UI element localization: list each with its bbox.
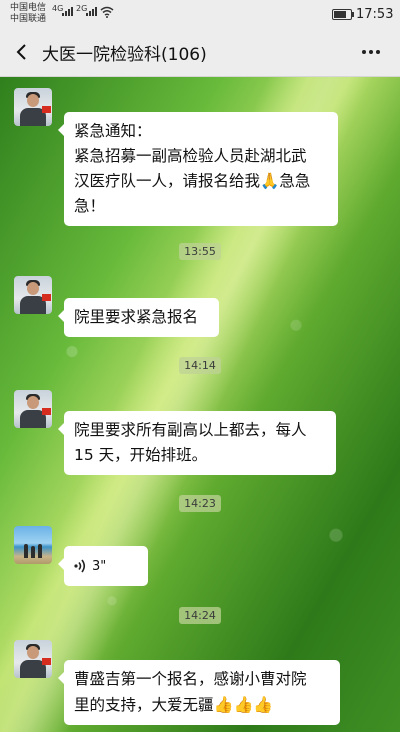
voice-icon <box>74 559 86 572</box>
message-text: 院里要求所有副高以上都去，每人 <box>74 421 307 439</box>
clock: 17:53 <box>356 7 394 22</box>
signal-1-icon <box>62 7 73 16</box>
carrier-labels: 中国电信 中国联通 <box>10 3 46 25</box>
avatar[interactable] <box>14 390 52 428</box>
battery-icon <box>332 9 354 20</box>
timestamp: 14:14 <box>0 354 400 374</box>
message-text: 紧急招募一副高检验人员赴湖北武 <box>74 147 307 165</box>
carrier-2: 中国联通 <box>10 14 47 24</box>
message-text: 15 天，开始排班。 <box>74 446 208 464</box>
message-bubble[interactable]: 院里要求所有副高以上都去，每人 15 天，开始排班。 <box>58 411 336 475</box>
wifi-icon <box>100 6 114 18</box>
chat-header: 大医一院检验科(106) <box>0 28 400 77</box>
avatar[interactable] <box>14 88 52 126</box>
signal-2-icon <box>86 7 97 16</box>
message-text: 紧急通知： <box>74 122 152 140</box>
message-bubble[interactable]: 曹盛吉第一个报名，感谢小曹对院 里的支持，大爱无疆👍👍👍 <box>58 660 340 725</box>
timestamp: 14:24 <box>0 604 400 624</box>
message-text: 院里要求紧急报名 <box>74 308 199 326</box>
more-dots-icon[interactable] <box>362 50 380 54</box>
avatar[interactable] <box>14 526 52 564</box>
message-text: 曹盛吉第一个报名，感谢小曹对院 <box>74 670 307 688</box>
message-text: 里的支持，大爱无疆👍👍👍 <box>74 692 330 718</box>
message-bubble[interactable]: 紧急通知： 紧急招募一副高检验人员赴湖北武 汉医疗队一人，请报名给我🙏急急 急！ <box>58 112 338 226</box>
avatar[interactable] <box>14 276 52 314</box>
message-bubble[interactable]: 院里要求紧急报名 <box>58 298 219 337</box>
thumbs-up-emoji-icon: 👍👍👍 <box>213 695 274 714</box>
voice-message-bubble[interactable]: 3" <box>58 546 148 586</box>
message-text: 汉医疗队一人，请报名给我🙏急急 <box>74 172 311 190</box>
timestamp: 13:55 <box>0 240 400 260</box>
carrier-1: 中国电信 <box>10 3 47 13</box>
back-arrow-icon[interactable] <box>10 40 34 64</box>
timestamp: 14:23 <box>0 492 400 512</box>
status-bar: 中国电信 中国联通 4G 2G 17:53 <box>0 0 400 28</box>
message-text: 急！ <box>74 197 106 215</box>
chat-title: 大医一院检验科(106) <box>42 45 207 65</box>
voice-duration: 3" <box>92 559 107 574</box>
avatar[interactable] <box>14 640 52 678</box>
pray-emoji-icon: 🙏 <box>260 172 280 190</box>
